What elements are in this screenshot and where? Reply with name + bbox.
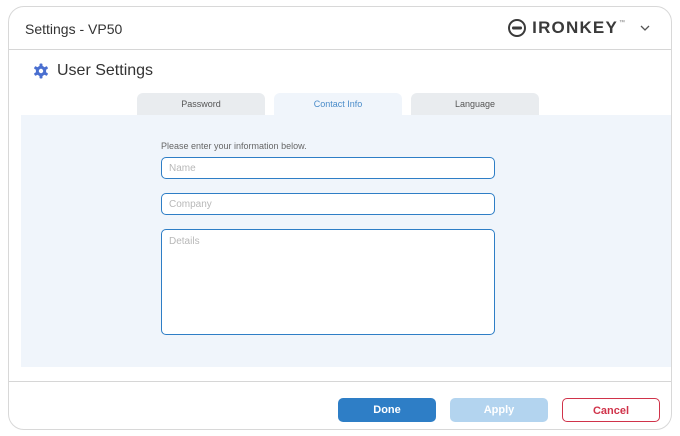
settings-window: Settings - VP50 IRONKEY ™ User Settings <box>8 6 672 430</box>
brand-name: IRONKEY <box>532 18 618 37</box>
name-field[interactable] <box>161 157 495 179</box>
contact-info-panel: Please enter your information below. <box>21 115 671 367</box>
footer-divider <box>9 381 671 382</box>
ironkey-logo-icon <box>508 19 527 37</box>
title-bar: Settings - VP50 IRONKEY ™ <box>9 7 671 50</box>
company-field[interactable] <box>161 193 495 215</box>
cancel-button[interactable]: Cancel <box>562 398 660 422</box>
chevron-down-icon[interactable] <box>639 22 651 34</box>
tab-language[interactable]: Language <box>411 93 539 115</box>
gear-icon <box>34 63 48 79</box>
brand-logo: IRONKEY ™ <box>507 16 651 40</box>
tab-contact-info[interactable]: Contact Info <box>274 93 402 115</box>
instructions-text: Please enter your information below. <box>161 141 307 151</box>
page-title: User Settings <box>57 62 154 79</box>
done-button[interactable]: Done <box>338 398 436 422</box>
window-title: Settings - VP50 <box>25 21 123 37</box>
tab-password[interactable]: Password <box>137 93 265 115</box>
details-field[interactable] <box>161 229 495 335</box>
trademark-mark: ™ <box>619 20 625 26</box>
section-header: User Settings <box>33 62 153 80</box>
apply-button[interactable]: Apply <box>450 398 548 422</box>
